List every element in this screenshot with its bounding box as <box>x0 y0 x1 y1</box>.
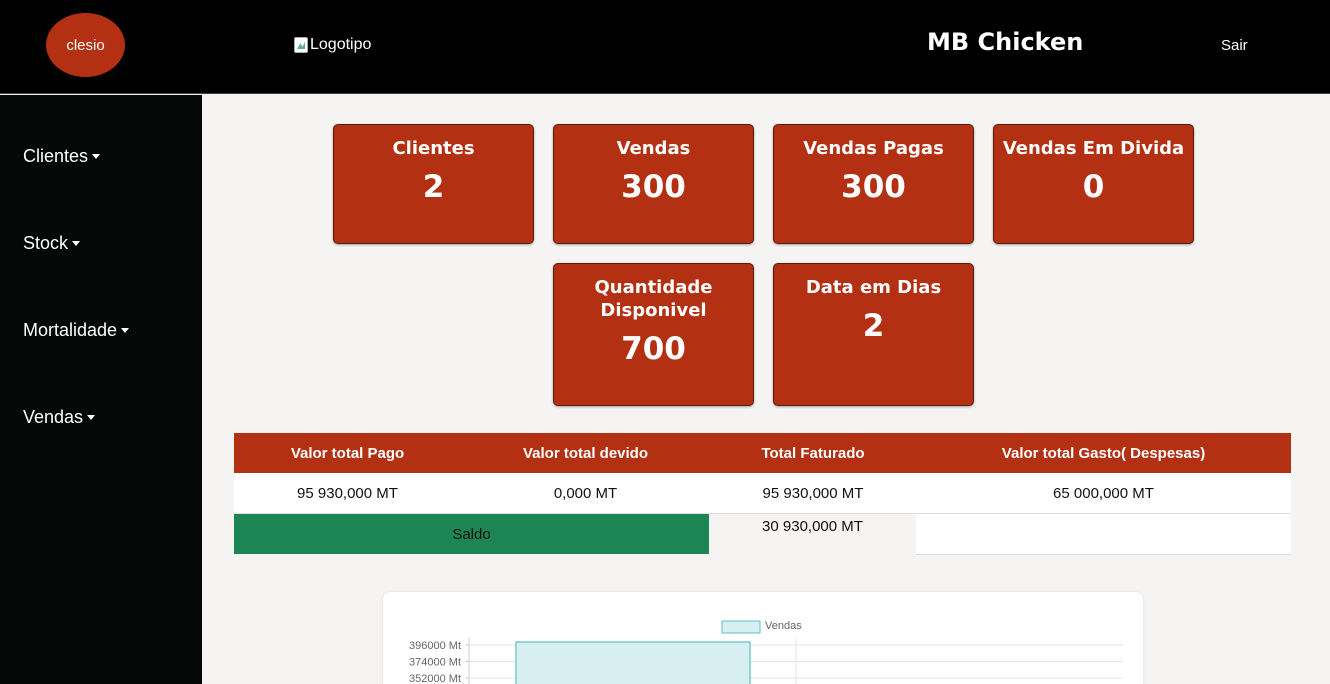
user-avatar[interactable]: clesio <box>46 13 125 77</box>
caret-down-icon <box>92 154 101 159</box>
stat-value: 2 <box>422 169 445 205</box>
sidebar-item-label: Stock <box>23 233 69 253</box>
stat-value: 0 <box>1082 169 1105 205</box>
stat-card-data-em-dias: Data em Dias 2 <box>773 263 974 406</box>
sidebar: Clientes Stock Mortalidade Vendas <box>0 95 202 684</box>
brand-title: MB Chicken <box>927 28 1084 56</box>
user-name: clesio <box>66 36 105 54</box>
value-total-pago: 95 930,000 MT <box>297 484 398 502</box>
stat-value: 300 <box>621 169 686 205</box>
y-tick-label: 374000 Mt <box>409 657 461 669</box>
stat-card-vendas-em-divida: Vendas Em Divida 0 <box>993 124 1194 244</box>
saldo-empty-cell <box>916 514 1291 555</box>
bar-vendas <box>515 641 751 684</box>
header-valor-total-devido: Valor total devido <box>522 444 649 462</box>
header-valor-total-gasto: Valor total Gasto( Despesas) <box>1001 444 1206 462</box>
stat-label: Quantidade Disponivel <box>594 277 713 321</box>
sidebar-item-stock[interactable]: Stock <box>23 233 81 254</box>
sidebar-item-mortalidade[interactable]: Mortalidade <box>23 320 130 341</box>
saldo-value: 30 930,000 MT <box>762 518 863 535</box>
stat-label: Clientes <box>392 138 475 159</box>
legend-swatch <box>721 620 761 634</box>
sidebar-item-label: Vendas <box>23 407 84 427</box>
legend-label: Vendas <box>765 620 802 632</box>
sidebar-item-label: Mortalidade <box>23 320 118 340</box>
sidebar-item-label: Clientes <box>23 146 89 166</box>
stat-card-quantidade-disponivel: Quantidade Disponivel 700 <box>553 263 754 406</box>
logout-link[interactable]: Sair <box>1221 37 1248 54</box>
caret-down-icon <box>121 328 130 333</box>
y-tick-label: 352000 Mt <box>409 673 461 684</box>
value-total-faturado: 95 930,000 MT <box>762 484 864 502</box>
top-navbar: clesio Logotipo MB Chicken Sair <box>0 0 1330 94</box>
stat-value: 300 <box>841 169 906 205</box>
summary-values-row: 95 930,000 MT 0,000 MT 95 930,000 MT 65 … <box>234 473 1291 514</box>
summary-header-row: Valor total Pago Valor total devido Tota… <box>234 433 1291 473</box>
sidebar-item-clientes[interactable]: Clientes <box>23 146 101 167</box>
stat-card-clientes: Clientes 2 <box>333 124 534 244</box>
saldo-label: Saldo <box>234 514 709 554</box>
stat-value: 700 <box>621 331 686 367</box>
y-tick-label: 396000 Mt <box>409 640 461 652</box>
header-valor-total-pago: Valor total Pago <box>290 444 405 462</box>
stat-value: 2 <box>862 308 885 344</box>
stat-label: Vendas <box>616 138 691 159</box>
summary-table: Valor total Pago Valor total devido Tota… <box>234 433 1291 555</box>
logo[interactable]: Logotipo <box>294 36 371 54</box>
stat-card-vendas: Vendas 300 <box>553 124 754 244</box>
stat-label: Vendas Em Divida <box>1002 138 1185 159</box>
stat-label: Vendas Pagas <box>803 138 944 159</box>
sidebar-item-vendas[interactable]: Vendas <box>23 407 96 428</box>
caret-down-icon <box>87 415 96 420</box>
logo-alt-text: Logotipo <box>310 36 372 53</box>
sales-chart-card: Vendas 396000 Mt 374000 Mt 352000 Mt <box>383 592 1143 684</box>
header-total-faturado: Total Faturado <box>761 444 865 462</box>
caret-down-icon <box>72 241 81 246</box>
broken-image-icon <box>294 37 308 53</box>
saldo-row: Saldo 30 930,000 MT <box>234 514 1291 555</box>
stat-label: Data em Dias <box>805 277 942 298</box>
stat-card-vendas-pagas: Vendas Pagas 300 <box>773 124 974 244</box>
sales-chart: Vendas 396000 Mt 374000 Mt 352000 Mt <box>409 620 1123 684</box>
value-total-gasto: 65 000,000 MT <box>1053 484 1154 502</box>
value-total-devido: 0,000 MT <box>553 484 618 502</box>
